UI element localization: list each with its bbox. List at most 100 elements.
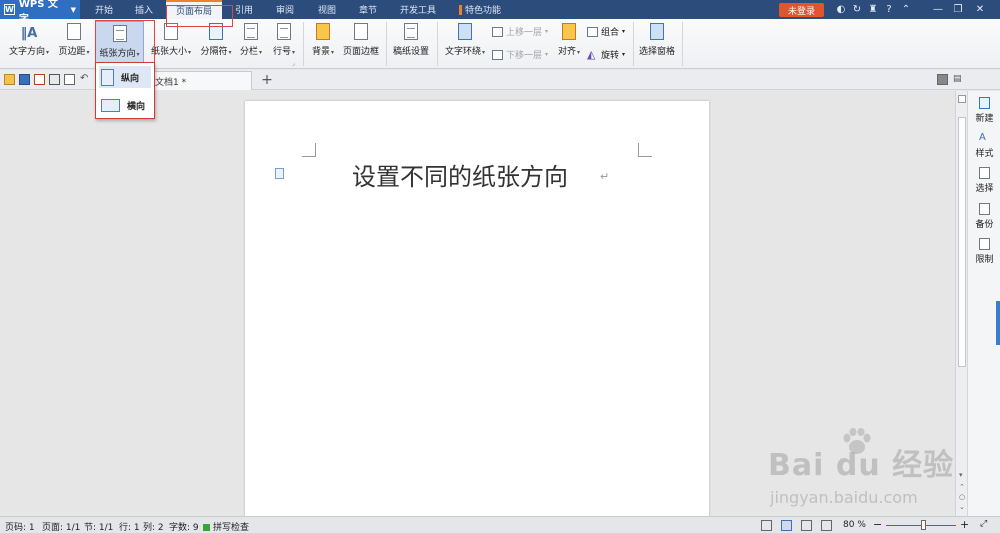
selection-pane-icon (650, 23, 664, 40)
tab-special-features[interactable]: 特色功能 (452, 0, 508, 19)
zoom-out-icon[interactable]: − (873, 518, 882, 531)
new-document-icon (979, 97, 990, 109)
panel-collapse-handle[interactable] (996, 301, 1000, 345)
page-view-icon[interactable] (781, 520, 792, 531)
send-backward-button[interactable]: 下移一层 ▾ (492, 48, 548, 61)
bring-forward-label: 上移一层 (506, 28, 543, 38)
open-icon[interactable] (4, 74, 15, 85)
undo-icon[interactable]: ↶ (80, 74, 91, 85)
web-view-icon[interactable] (821, 520, 832, 531)
status-row: 行: 1 (119, 523, 140, 533)
tab-developer[interactable]: 开发工具 (390, 0, 446, 19)
panel-select-label: 选择 (975, 184, 994, 194)
manuscript-settings-button[interactable]: 稿纸设置 (390, 19, 432, 57)
zoom-in-icon[interactable]: + (960, 518, 969, 531)
split-view-icon[interactable] (958, 95, 966, 103)
status-column: 列: 2 (143, 523, 164, 533)
send-backward-icon (492, 49, 503, 60)
outline-view-icon[interactable] (801, 520, 812, 531)
restrict-icon (979, 238, 990, 250)
spell-check-label: 拼写检查 (213, 523, 250, 533)
fullscreen-view-icon[interactable] (761, 520, 772, 531)
wps-logo-icon: W (4, 4, 15, 15)
panel-new-button[interactable]: 新建 (968, 97, 1000, 124)
zoom-level[interactable]: 80 % (843, 520, 866, 530)
align-button[interactable]: 对齐▾ (555, 19, 583, 57)
orientation-portrait-option[interactable]: 纵向 (99, 66, 151, 88)
orientation-landscape-option[interactable]: 横向 (99, 94, 151, 116)
save-icon[interactable] (19, 74, 30, 85)
background-button[interactable]: 背景▾ (308, 19, 338, 57)
group-button[interactable]: 组合 ▾ (587, 25, 625, 38)
expand-icon[interactable]: ⤢ (980, 519, 987, 529)
zoom-slider-thumb[interactable] (921, 520, 926, 530)
columns-button[interactable]: 分栏▾ (237, 19, 265, 57)
add-tab-icon[interactable]: + (260, 72, 274, 88)
app-menu-button[interactable]: W WPS 文字 ▼ (0, 0, 80, 25)
panel-styles-button[interactable]: A 样式 (968, 132, 1000, 159)
scrollbar-thumb[interactable] (958, 117, 966, 367)
tab-review[interactable]: 审阅 (266, 0, 304, 19)
line-numbers-icon (277, 23, 291, 40)
selection-pane-button[interactable]: 选择窗格 (637, 19, 677, 57)
baidu-jingyan-watermark: Bai du 经验 jingyan.baidu.com (768, 428, 968, 510)
ribbon-separator (386, 22, 387, 66)
rotate-button[interactable]: ◭ 旋转 ▾ (587, 48, 625, 62)
print-icon[interactable] (49, 74, 60, 85)
panel-backup-button[interactable]: 备份 (968, 203, 1000, 230)
minimize-ribbon-icon[interactable]: ⌃ (900, 3, 912, 15)
login-button[interactable]: 未登录 (779, 3, 824, 17)
tab-home[interactable]: 开始 (86, 0, 122, 19)
close-window-icon[interactable]: ✕ (974, 3, 986, 15)
tab-chapter[interactable]: 章节 (350, 0, 386, 19)
text-direction-icon: ‖A (20, 26, 38, 41)
tab-view[interactable]: 视图 (308, 0, 346, 19)
text-wrap-button[interactable]: 文字环绕▾ (442, 19, 488, 57)
minimize-window-icon[interactable]: — (932, 3, 944, 15)
send-backward-label: 下移一层 (506, 51, 543, 61)
panel-restrict-button[interactable]: 限制 (968, 238, 1000, 265)
orientation-dropdown: 纵向 横向 (95, 62, 155, 119)
text-wrap-label: 文字环绕 (444, 47, 481, 57)
ribbon-group-launcher-icon[interactable]: ⌟ (292, 60, 295, 67)
restore-window-icon[interactable]: ❐ (952, 3, 964, 15)
tab-list-icon[interactable] (937, 74, 948, 85)
panel-restrict-label: 限制 (975, 255, 994, 265)
print-preview-icon[interactable] (64, 74, 75, 85)
paper-size-label: 纸张大小 (150, 47, 187, 57)
landscape-page-icon (101, 98, 120, 112)
annotation-highlight-box (166, 5, 233, 27)
bring-forward-button[interactable]: 上移一层 ▾ (492, 25, 548, 38)
spell-check-toggle[interactable]: 拼写检查 (203, 520, 249, 533)
margins-label: 页边距 (58, 47, 86, 57)
text-direction-button[interactable]: ‖A 文字方向▾ (6, 19, 52, 57)
columns-label: 分栏 (239, 47, 258, 57)
tab-options-icon[interactable]: ▤ (953, 74, 964, 85)
sync-icon[interactable]: ↻ (851, 3, 863, 15)
title-bar: W WPS 文字 ▼ 开始 插入 页面布局 引用 审阅 视图 章节 开发工具 特… (0, 0, 1000, 25)
shirt-icon[interactable]: ♜ (867, 3, 879, 15)
tab-special-features-label: 特色功能 (464, 6, 501, 16)
page-border-button[interactable]: 页面边框 (341, 19, 381, 57)
document-body-text[interactable]: 设置不同的纸张方向 (352, 157, 568, 192)
skin-icon[interactable]: ◐ (835, 3, 847, 15)
text-direction-label: 文字方向 (8, 47, 45, 57)
columns-icon (244, 23, 258, 40)
paragraph-layout-icon[interactable] (275, 168, 284, 179)
panel-select-button[interactable]: 选择 (968, 167, 1000, 194)
page-border-icon (354, 23, 368, 40)
pdf-export-icon[interactable] (34, 74, 45, 85)
margins-button[interactable]: 页边距▾ (55, 19, 93, 57)
selection-pane-label: 选择窗格 (638, 47, 675, 57)
manuscript-icon (404, 23, 418, 40)
feature-marker-icon (458, 4, 462, 15)
watermark-url: jingyan.baidu.com (770, 488, 918, 507)
help-icon[interactable]: ? (883, 3, 895, 15)
styles-icon: A (979, 132, 986, 143)
ribbon-separator (682, 22, 683, 66)
margin-corner-mark (302, 143, 316, 157)
line-numbers-button[interactable]: 行号▾ (270, 19, 298, 57)
tab-insert[interactable]: 插入 (126, 0, 162, 19)
watermark-brand: Bai du 经验 (768, 448, 955, 483)
status-word-count[interactable]: 字数: 9 (169, 520, 199, 533)
